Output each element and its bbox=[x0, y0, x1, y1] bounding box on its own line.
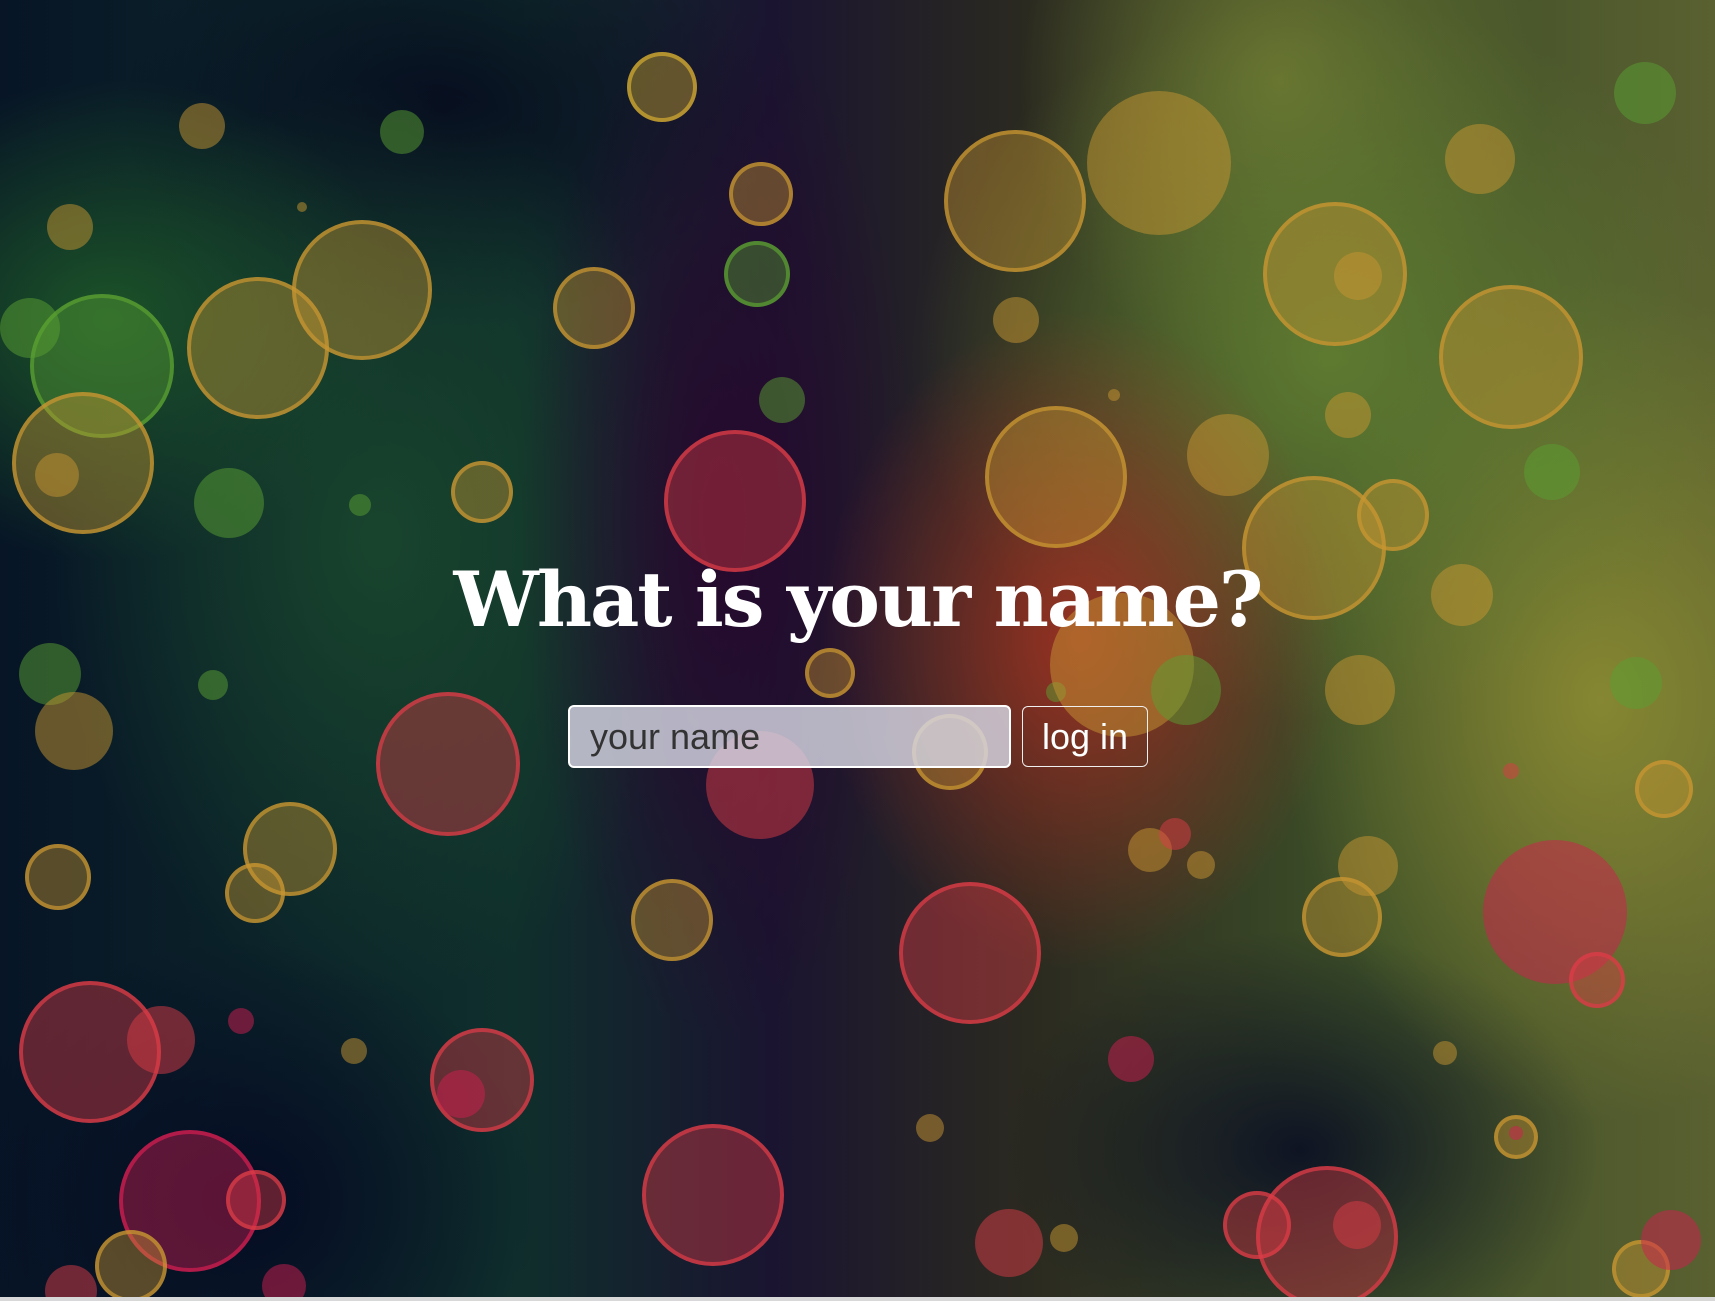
bokeh-circle bbox=[47, 204, 93, 250]
name-input[interactable] bbox=[568, 705, 1011, 768]
bokeh-circle bbox=[993, 297, 1039, 343]
page-title: What is your name? bbox=[453, 555, 1264, 644]
bokeh-circle bbox=[724, 241, 790, 307]
bokeh-circle bbox=[805, 648, 855, 698]
bokeh-circle bbox=[553, 267, 635, 349]
bokeh-circle bbox=[1159, 818, 1191, 850]
bokeh-circle bbox=[1151, 655, 1221, 725]
bokeh-circle bbox=[631, 879, 713, 961]
bokeh-circle bbox=[1445, 124, 1515, 194]
bokeh-circle bbox=[1108, 1036, 1154, 1082]
bokeh-circle bbox=[376, 692, 520, 836]
bokeh-circle bbox=[1439, 285, 1583, 429]
bokeh-circle bbox=[1333, 1201, 1381, 1249]
bokeh-circle bbox=[262, 1264, 306, 1301]
bokeh-circle bbox=[729, 162, 793, 226]
bokeh-circle bbox=[899, 882, 1041, 1024]
bokeh-circle bbox=[1325, 392, 1371, 438]
bokeh-circle bbox=[642, 1124, 784, 1266]
bokeh-circle bbox=[95, 1230, 167, 1301]
bokeh-circle bbox=[451, 461, 513, 523]
bokeh-circle bbox=[179, 103, 225, 149]
bokeh-circle bbox=[1050, 1224, 1078, 1252]
bokeh-circle bbox=[25, 844, 91, 910]
bokeh-circle bbox=[437, 1070, 485, 1118]
login-panel: What is your name? log in bbox=[0, 550, 1715, 768]
bokeh-circle bbox=[35, 453, 79, 497]
bokeh-circle bbox=[45, 1265, 97, 1301]
bokeh-circle bbox=[985, 406, 1127, 548]
bokeh-circle bbox=[1302, 877, 1382, 957]
bokeh-circle bbox=[1610, 657, 1662, 709]
bokeh-circle bbox=[1357, 479, 1429, 551]
bokeh-circle bbox=[627, 52, 697, 122]
bokeh-circle bbox=[341, 1038, 367, 1064]
login-button[interactable]: log in bbox=[1022, 706, 1148, 767]
bokeh-circle bbox=[35, 692, 113, 770]
bokeh-circle bbox=[916, 1114, 944, 1142]
background: What is your name? log in bbox=[0, 0, 1715, 1301]
bokeh-circle bbox=[1325, 655, 1395, 725]
bokeh-circle bbox=[380, 110, 424, 154]
bokeh-circle bbox=[127, 1006, 195, 1074]
bokeh-circle bbox=[297, 202, 307, 212]
bokeh-circle bbox=[349, 494, 371, 516]
bokeh-circle bbox=[1524, 444, 1580, 500]
bokeh-circle bbox=[225, 863, 285, 923]
bokeh-circle bbox=[1187, 851, 1215, 879]
bokeh-circle bbox=[1108, 389, 1120, 401]
bokeh-circle bbox=[944, 130, 1086, 272]
bokeh-circle bbox=[1641, 1210, 1701, 1270]
bokeh-circle bbox=[228, 1008, 254, 1034]
bokeh-circle bbox=[975, 1209, 1043, 1277]
bokeh-circle bbox=[0, 298, 60, 358]
bokeh-circle bbox=[1334, 252, 1382, 300]
login-form: log in bbox=[568, 705, 1148, 769]
bokeh-circle bbox=[1509, 1126, 1523, 1140]
bokeh-circle bbox=[759, 377, 805, 423]
bokeh-decoration bbox=[0, 0, 1715, 1301]
bokeh-circle bbox=[198, 670, 228, 700]
bokeh-circle bbox=[226, 1170, 286, 1230]
bokeh-circle bbox=[1187, 414, 1269, 496]
bokeh-circle bbox=[1503, 763, 1519, 779]
bokeh-circle bbox=[187, 277, 329, 419]
bokeh-circle bbox=[1569, 952, 1625, 1008]
bokeh-circle bbox=[12, 392, 154, 534]
bokeh-circle bbox=[1433, 1041, 1457, 1065]
bokeh-circle bbox=[1087, 91, 1231, 235]
bokeh-circle bbox=[194, 468, 264, 538]
window-bottom-border bbox=[0, 1297, 1715, 1301]
bokeh-circle bbox=[1614, 62, 1676, 124]
bokeh-circle bbox=[1635, 760, 1693, 818]
